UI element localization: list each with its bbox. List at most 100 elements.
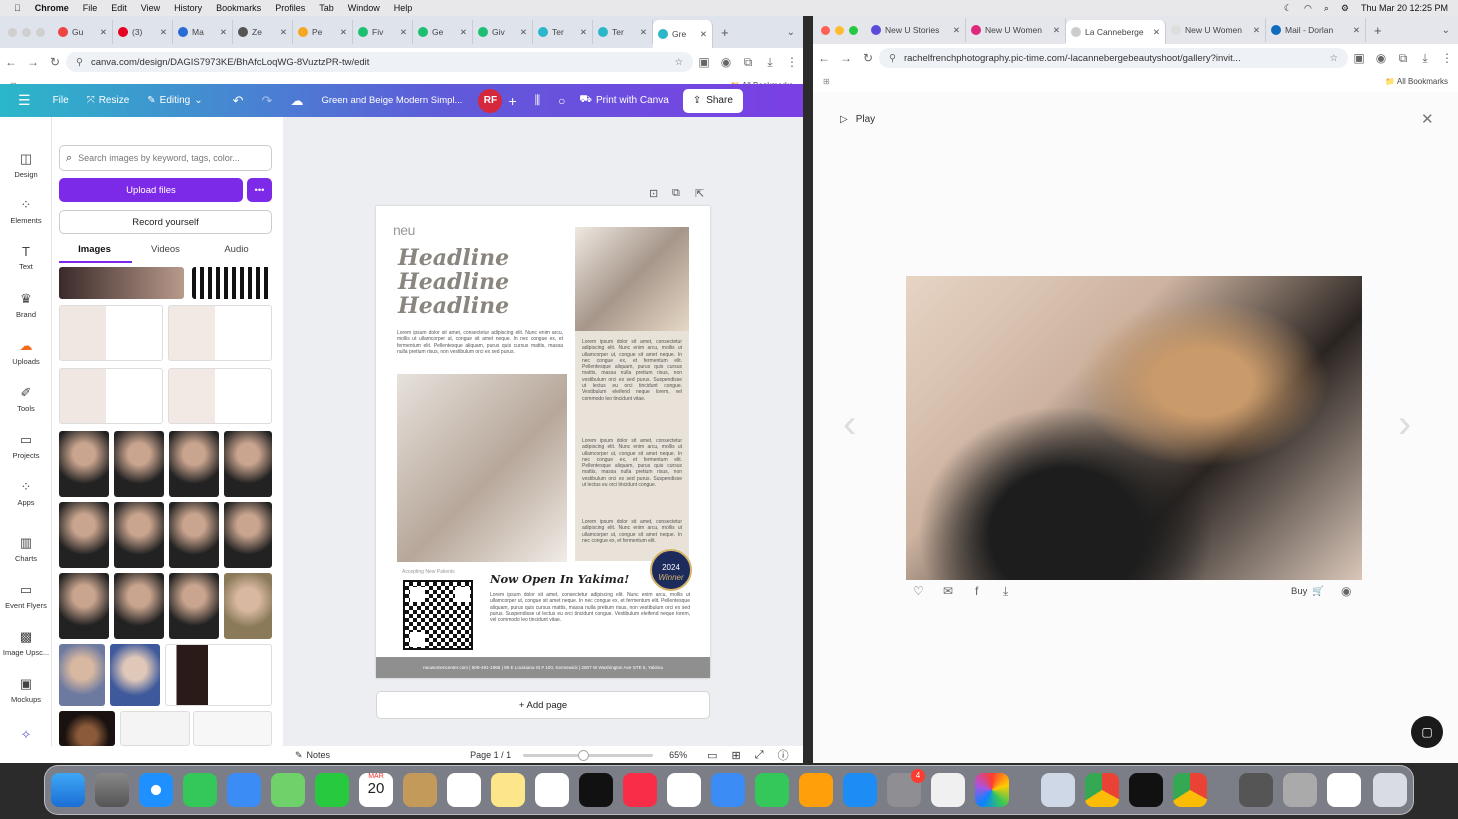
menu-profiles[interactable]: Profiles [275, 3, 305, 13]
sidebar-item-tools[interactable]: ✐ Tools [0, 385, 52, 413]
notes-app-icon[interactable] [491, 773, 525, 807]
sidebar-item-charts[interactable]: ▥ Charts [0, 535, 52, 563]
extension-icon[interactable]: ▣ [693, 55, 715, 69]
tab-videos[interactable]: Videos [130, 244, 201, 255]
reminders-icon[interactable] [447, 773, 481, 807]
forward-icon[interactable]: → [22, 55, 44, 69]
browser-tab[interactable]: Ter ✕ [533, 20, 593, 44]
lock-icon[interactable]: ⊡ [649, 187, 658, 200]
numbers-icon[interactable] [755, 773, 789, 807]
headline-block[interactable]: Headline Headline Headline [398, 246, 509, 318]
favorite-heart-icon[interactable]: ♡ [913, 584, 924, 598]
share-button[interactable]: ⇪ Share [682, 88, 743, 113]
freeform-icon[interactable] [535, 773, 569, 807]
recent-document-icon[interactable] [1327, 773, 1361, 807]
upload-thumbnail-portrait[interactable] [114, 573, 164, 639]
system-settings-icon[interactable]: 4 [887, 769, 925, 807]
upload-thumbnail[interactable] [165, 644, 272, 706]
user-avatar[interactable]: RF [478, 88, 503, 113]
upload-files-button[interactable]: Upload files [59, 178, 243, 202]
upload-thumbnail-portrait[interactable] [59, 431, 109, 497]
grid-view-icon[interactable]: ⊞ [732, 749, 741, 762]
music-icon[interactable] [623, 773, 657, 807]
new-tab-icon[interactable]: + [1374, 23, 1382, 38]
trash-icon[interactable] [1373, 773, 1407, 807]
column-paragraph[interactable]: Lorem ipsum dolor sit amet, consectetur … [582, 339, 682, 431]
browser-tab[interactable]: Mail - Dorlan ✕ [1266, 18, 1366, 42]
hamburger-menu-icon[interactable]: ☰ [18, 92, 31, 109]
menu-view[interactable]: View [141, 3, 160, 13]
upload-thumbnail[interactable] [168, 305, 272, 361]
mail-icon[interactable] [227, 773, 261, 807]
close-window-icon[interactable] [8, 27, 17, 37]
finder-icon[interactable] [51, 773, 85, 807]
bookmark-star-icon[interactable]: ☆ [1329, 53, 1338, 64]
chat-bubble-icon[interactable]: ▢ [1411, 716, 1443, 748]
sidebar-item-image-upscaler[interactable]: ▩ Image Upsc... [0, 629, 52, 657]
maps-icon[interactable] [271, 773, 305, 807]
page-indicator[interactable]: Page 1 / 1 [470, 750, 511, 760]
location-paragraph[interactable]: Lorem ipsum dolor sit amet, consectetur … [490, 592, 690, 638]
sidebar-item-mockups[interactable]: ▣ Mockups [0, 676, 52, 704]
sidebar-item-event-flyers[interactable]: ▭ Event Flyers [0, 582, 52, 610]
menu-bookmarks[interactable]: Bookmarks [216, 3, 261, 13]
duplicate-page-icon[interactable]: ⧉ [672, 187, 680, 200]
upload-thumbnail-portrait[interactable] [114, 431, 164, 497]
cloud-save-icon[interactable]: ☁ [290, 93, 303, 109]
upload-more-options-button[interactable]: ••• [247, 178, 272, 202]
record-yourself-button[interactable]: Record yourself [59, 210, 272, 234]
upload-thumbnail-qr[interactable] [192, 267, 272, 299]
recent-document-icon[interactable] [1239, 773, 1273, 807]
minimize-window-icon[interactable] [22, 27, 31, 37]
upload-thumbnail[interactable] [59, 267, 184, 299]
extension-icon[interactable]: ◉ [1370, 51, 1392, 65]
forward-icon[interactable]: → [835, 51, 857, 65]
upload-thumbnail-portrait[interactable] [59, 711, 115, 746]
chrome-icon[interactable] [1085, 773, 1119, 807]
close-tab-icon[interactable]: ✕ [336, 27, 347, 38]
reload-icon[interactable]: ↻ [44, 55, 66, 69]
browser-tab[interactable]: Fiv ✕ [353, 20, 413, 44]
news-icon[interactable] [667, 773, 701, 807]
zoom-level[interactable]: 65% [669, 750, 687, 760]
intro-paragraph[interactable]: Lorem ipsum dolor sit amet, consectetur … [397, 330, 563, 370]
facebook-icon[interactable]: f [975, 584, 978, 598]
download-photo-icon[interactable]: ⤓ [1003, 584, 1008, 599]
browser-tab-active[interactable]: Gre ✕ [653, 20, 713, 48]
extensions-puzzle-icon[interactable]: ⧉ [1392, 51, 1414, 66]
browser-tab[interactable]: Ma ✕ [173, 20, 233, 44]
upload-thumbnail[interactable] [193, 711, 272, 746]
moon-icon[interactable]: ☾ [1284, 3, 1292, 14]
photos-icon[interactable] [975, 773, 1009, 807]
fullscreen-icon[interactable]: ⤢ [755, 749, 764, 762]
help-icon[interactable]: ⓘ [778, 747, 789, 763]
url-field[interactable]: ⚲ canva.com/design/DAGIS7973KE/BhAfcLoqW… [66, 52, 693, 72]
menu-history[interactable]: History [174, 3, 202, 13]
messages-icon[interactable] [183, 773, 217, 807]
browser-tab-active[interactable]: La Canneberge ✕ [1066, 20, 1166, 44]
terminal-icon[interactable] [1129, 773, 1163, 807]
upload-thumbnail-portrait[interactable] [114, 502, 164, 568]
menu-window[interactable]: Window [348, 3, 380, 13]
calendar-icon[interactable]: MAR 20 [359, 773, 393, 807]
browser-tab[interactable]: Giv ✕ [473, 20, 533, 44]
upload-thumbnail[interactable] [120, 711, 190, 746]
extension-icon[interactable]: ▣ [1348, 51, 1370, 65]
sidebar-item-elements[interactable]: ⁘ Elements [0, 197, 52, 225]
redo-icon[interactable]: ↷ [262, 93, 273, 109]
resize-button[interactable]: ⤧ Resize [87, 95, 130, 106]
upload-thumbnail-portrait[interactable] [169, 502, 219, 568]
new-tab-icon[interactable]: + [721, 25, 729, 40]
all-bookmarks[interactable]: 📁 All Bookmarks [1385, 77, 1448, 86]
notes-button[interactable]: ✎ Notes [295, 750, 330, 761]
browser-tab[interactable]: New U Women ✕ [1166, 18, 1266, 42]
salon-photo[interactable] [397, 374, 567, 562]
close-tab-icon[interactable]: ✕ [1349, 25, 1360, 36]
sidebar-item-brand[interactable]: ♛ Brand [0, 291, 52, 319]
download-icon[interactable]: ⤓ [1414, 51, 1436, 66]
slideshow-play-button[interactable]: ▷ Play [840, 114, 875, 125]
extension-icon[interactable]: ◉ [715, 55, 737, 69]
browser-tab[interactable]: New U Women ✕ [966, 18, 1066, 42]
preview-icon[interactable] [1041, 773, 1075, 807]
menu-help[interactable]: Help [394, 3, 413, 13]
